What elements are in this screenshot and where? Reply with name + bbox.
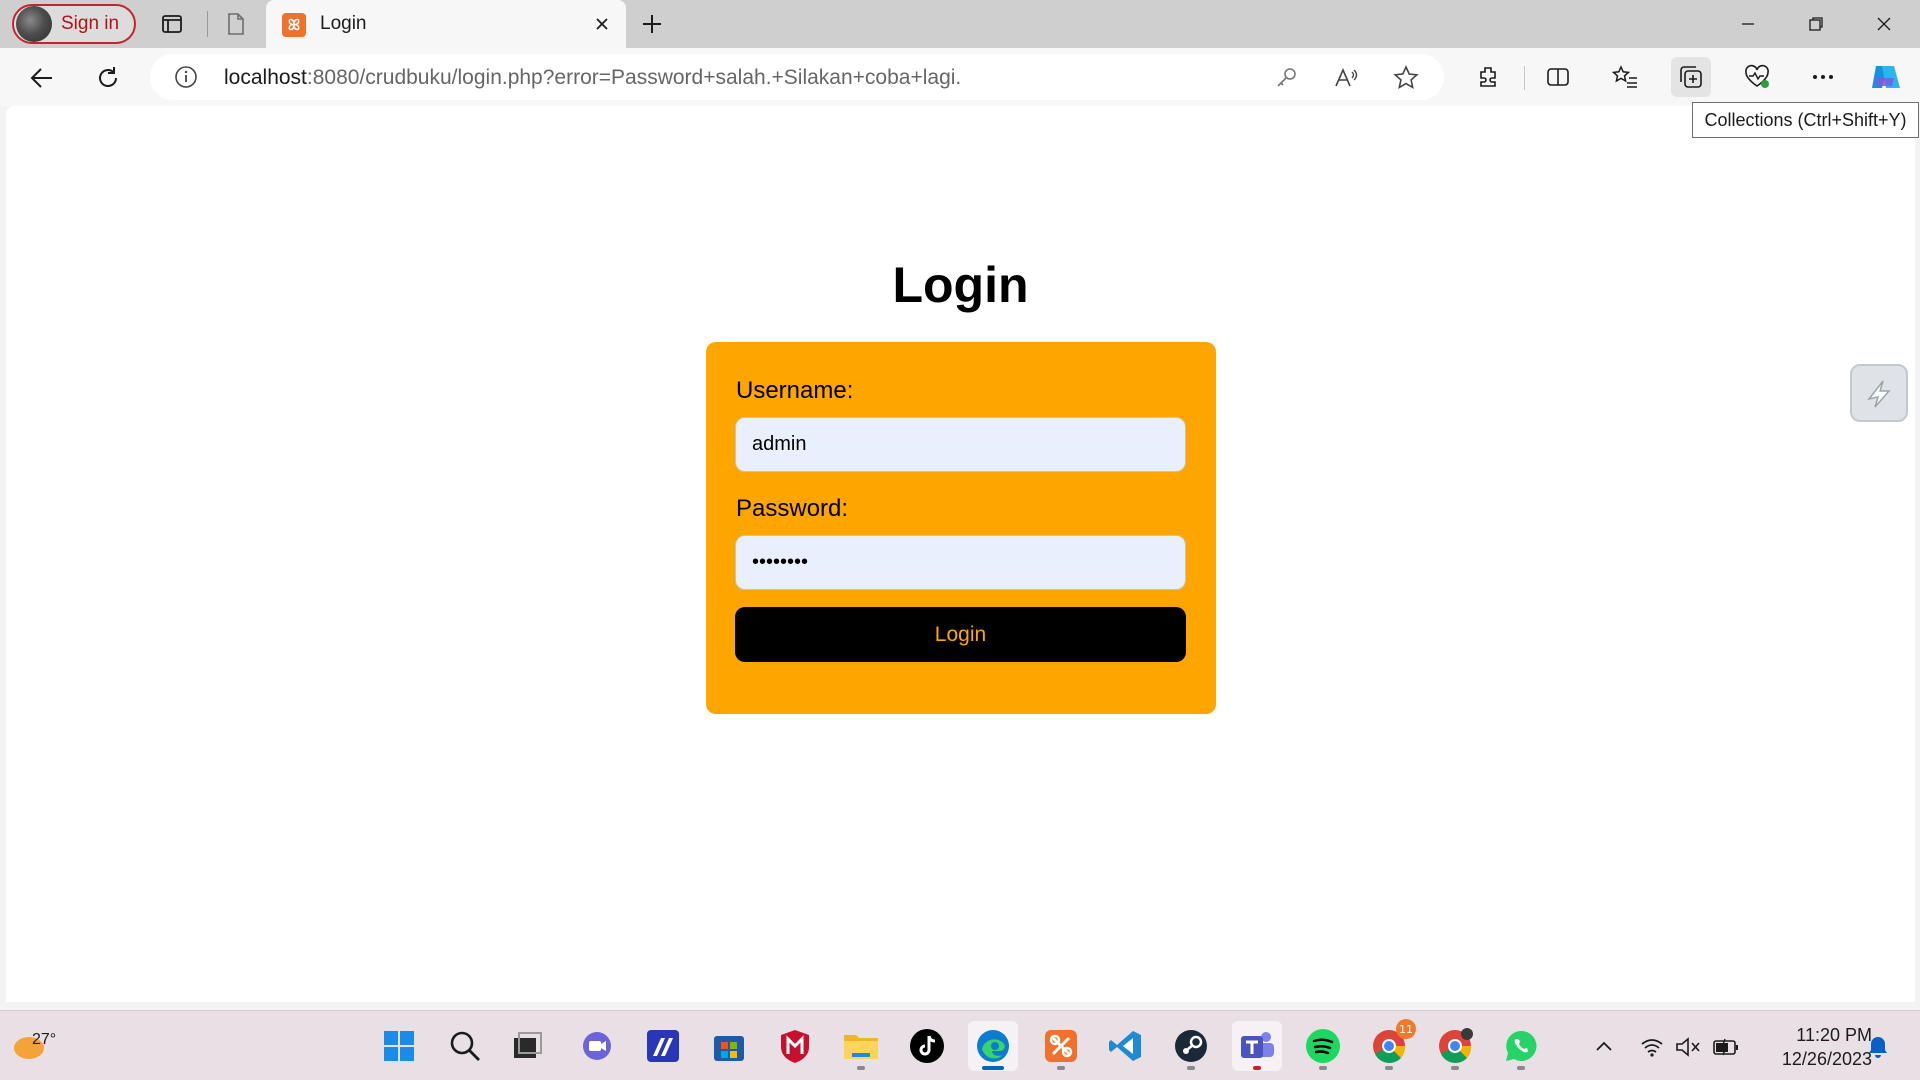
taskbar: 27° 11 11:20 PM 12/26/2023 [0, 1010, 1920, 1080]
tab-separator [207, 11, 208, 37]
search-icon[interactable] [440, 1021, 490, 1071]
running-indicator [1057, 1066, 1065, 1070]
battery-charging-icon[interactable] [1712, 1033, 1740, 1061]
password-key-icon[interactable] [1272, 64, 1300, 92]
tab-title: Login [320, 13, 367, 34]
avatar [16, 6, 52, 42]
teams-chat-icon[interactable] [572, 1021, 622, 1071]
new-tab-icon[interactable] [638, 10, 666, 38]
ms-teams-icon[interactable] [1232, 1021, 1282, 1071]
volume-muted-icon[interactable] [1674, 1033, 1702, 1061]
clock-date: 12/26/2023 [1781, 1049, 1872, 1069]
running-indicator [1187, 1066, 1195, 1070]
copilot-icon[interactable] [1865, 57, 1905, 97]
file-explorer-icon[interactable] [836, 1021, 886, 1071]
pen-app-icon[interactable] [638, 1021, 688, 1071]
username-label: Username: [736, 377, 854, 404]
steam-icon[interactable] [1166, 1021, 1216, 1071]
toolbar-separator [1524, 66, 1525, 90]
tab-login[interactable]: ꕤ Login [266, 0, 626, 48]
microsoft-store-icon[interactable] [704, 1021, 754, 1071]
sign-in-label: Sign in [61, 13, 120, 34]
address-bar[interactable]: localhost:8080/crudbuku/login.php?error=… [150, 54, 1444, 100]
start-windows-icon[interactable] [374, 1021, 424, 1071]
close-window-icon[interactable] [1850, 0, 1918, 48]
favorites-list-icon[interactable] [1605, 57, 1645, 97]
password-field[interactable] [735, 535, 1186, 590]
back-icon[interactable] [24, 60, 60, 96]
system-clock[interactable]: 11:20 PM 12/26/2023 [1752, 1023, 1872, 1071]
vscode-icon[interactable] [1100, 1021, 1150, 1071]
login-button[interactable]: Login [735, 607, 1186, 662]
weather-temp: 27° [32, 1031, 57, 1048]
sidebar-shortcut-icon[interactable] [1850, 364, 1908, 422]
task-view-icon[interactable] [502, 1021, 552, 1071]
url-host: localhost [224, 66, 307, 89]
minimize-icon[interactable] [1714, 0, 1782, 48]
extensions-icon[interactable] [1468, 57, 1508, 97]
title-bar: Sign in ꕤ Login [0, 0, 1920, 48]
more-options-icon[interactable] [1803, 57, 1843, 97]
profile-sign-in-button[interactable]: Sign in [12, 4, 136, 44]
running-indicator [1451, 1066, 1459, 1070]
browser-toolbar: localhost:8080/crudbuku/login.php?error=… [0, 48, 1920, 106]
running-indicator [1517, 1066, 1525, 1070]
browser-essentials-icon[interactable] [1737, 57, 1777, 97]
split-screen-icon[interactable] [1538, 57, 1578, 97]
refresh-icon[interactable] [90, 60, 126, 96]
mcafee-icon[interactable] [770, 1021, 820, 1071]
tiktok-icon[interactable] [902, 1021, 952, 1071]
read-aloud-icon[interactable] [1332, 64, 1360, 92]
spotify-icon[interactable] [1298, 1021, 1348, 1071]
weather-widget[interactable]: 27° [10, 1021, 70, 1071]
username-field[interactable] [735, 417, 1186, 472]
running-indicator [857, 1066, 865, 1070]
password-label: Password: [736, 495, 849, 522]
login-form: Username: Password: Login [706, 342, 1216, 714]
url-text[interactable]: localhost:8080/crudbuku/login.php?error=… [224, 66, 961, 90]
whatsapp-icon[interactable] [1496, 1021, 1546, 1071]
inactive-tab-page-icon[interactable] [222, 10, 250, 38]
show-hidden-icons-chevron-icon[interactable] [1590, 1033, 1618, 1061]
favorite-star-icon[interactable] [1392, 64, 1420, 92]
chrome-notification-badge: 11 [1396, 1019, 1416, 1039]
active-indicator [982, 1066, 1004, 1070]
wifi-icon[interactable] [1638, 1033, 1666, 1061]
edge-browser-icon[interactable] [968, 1021, 1018, 1071]
url-path: :8080/crudbuku/login.php?error=Password+… [306, 66, 962, 89]
running-indicator [1319, 1066, 1327, 1070]
tab-actions-icon[interactable] [158, 10, 186, 38]
xampp-favicon-icon: ꕤ [282, 13, 306, 37]
running-indicator [1253, 1066, 1261, 1070]
collections-tooltip: Collections (Ctrl+Shift+Y) [1692, 102, 1919, 138]
collections-icon[interactable] [1671, 57, 1711, 97]
running-indicator [1385, 1066, 1393, 1070]
xampp-icon[interactable] [1036, 1021, 1086, 1071]
chrome-profile-2-icon[interactable] [1430, 1021, 1480, 1071]
restore-icon[interactable] [1782, 0, 1850, 48]
close-tab-icon[interactable] [590, 12, 614, 36]
clock-time: 11:20 PM [1796, 1025, 1872, 1045]
page-viewport: Login Username: Password: Login [6, 106, 1915, 1002]
notification-bell-icon[interactable] [1864, 1033, 1892, 1061]
page-title: Login [892, 257, 1029, 313]
site-info-icon[interactable] [174, 65, 198, 89]
chrome-profile-1-icon[interactable]: 11 [1364, 1019, 1416, 1071]
